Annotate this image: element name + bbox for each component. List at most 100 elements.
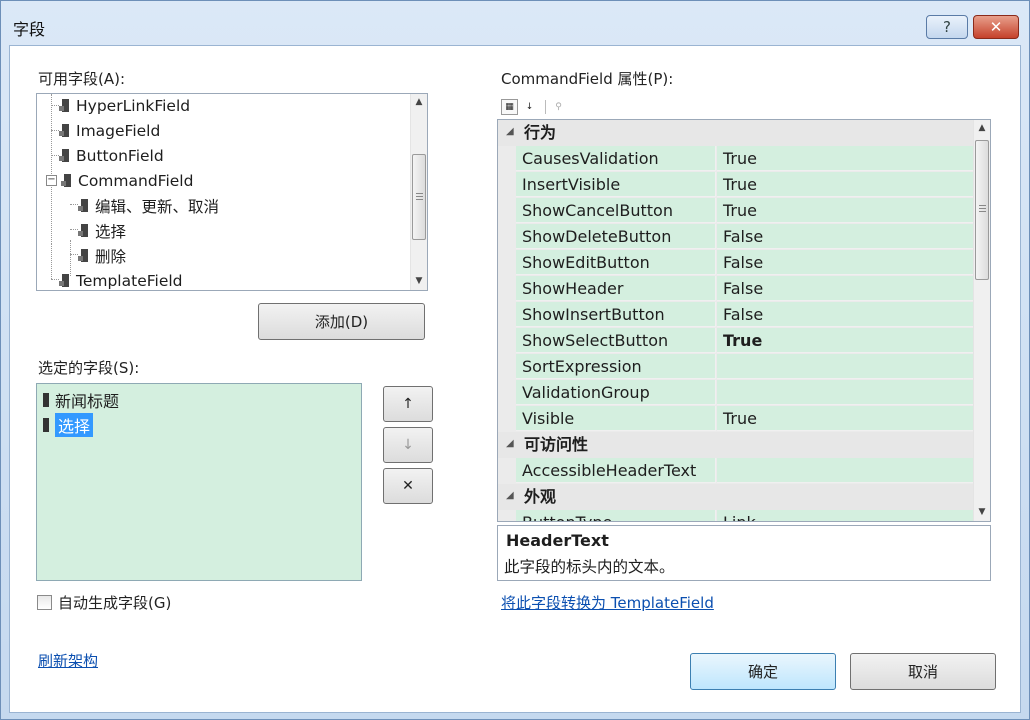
- property-row[interactable]: ShowHeader False: [498, 276, 974, 302]
- scroll-down-icon[interactable]: ▼: [411, 273, 427, 290]
- arrow-up-icon: ↑: [402, 396, 414, 412]
- tree-item-edit-update-cancel[interactable]: 编辑、更新、取消: [78, 194, 219, 218]
- tree-item-imagefield[interactable]: ImageField: [59, 119, 160, 143]
- list-item-selected[interactable]: 选择: [43, 413, 94, 437]
- close-button[interactable]: ✕: [973, 15, 1019, 39]
- list-item-label: 选择: [55, 413, 94, 437]
- auto-generate-checkbox[interactable]: [37, 595, 52, 610]
- property-row[interactable]: ValidationGroup: [498, 380, 974, 406]
- property-value[interactable]: True: [717, 406, 974, 431]
- tree-scrollbar[interactable]: ▲ ▼: [410, 94, 427, 290]
- property-row[interactable]: SortExpression: [498, 354, 974, 380]
- arrow-down-icon: ↓: [402, 437, 414, 453]
- property-value[interactable]: Link: [717, 510, 974, 521]
- tree-item-label: 选择: [95, 223, 127, 241]
- property-row[interactable]: ShowSelectButton True: [498, 328, 974, 354]
- window-title: 字段: [13, 20, 46, 39]
- title-bar: 字段 ? ✕: [1, 1, 1029, 45]
- tree-item-commandfield[interactable]: CommandField: [61, 169, 193, 193]
- property-row[interactable]: ShowDeleteButton False: [498, 224, 974, 250]
- field-icon: [59, 99, 70, 113]
- selected-fields-list[interactable]: 新闻标题 选择: [36, 383, 362, 581]
- auto-generate-label: 自动生成字段(G): [58, 594, 172, 612]
- help-button[interactable]: ?: [926, 15, 968, 39]
- property-description: HeaderText 此字段的标头内的文本。: [497, 525, 991, 581]
- tree-item-select[interactable]: 选择: [78, 219, 126, 243]
- tree-item-buttonfield[interactable]: ButtonField: [59, 144, 164, 168]
- property-row[interactable]: InsertVisible True: [498, 172, 974, 198]
- category-accessibility[interactable]: ◢ 可访问性: [498, 432, 974, 458]
- property-row[interactable]: CausesValidation True: [498, 146, 974, 172]
- selected-fields-label: 选定的字段(S):: [38, 359, 140, 377]
- tree-line: [51, 105, 59, 106]
- remove-field-button[interactable]: ✕: [383, 468, 433, 504]
- move-down-button[interactable]: ↓: [383, 427, 433, 463]
- property-value[interactable]: False: [717, 276, 974, 301]
- tree-item-label: ButtonField: [76, 147, 164, 165]
- scroll-thumb[interactable]: [975, 140, 989, 280]
- select-icon: [43, 418, 49, 432]
- scroll-up-icon[interactable]: ▲: [411, 94, 427, 111]
- ok-button[interactable]: 确定: [690, 653, 836, 690]
- property-value[interactable]: True: [717, 328, 974, 353]
- property-value[interactable]: [717, 354, 974, 379]
- sort-alpha-icon[interactable]: ↓: [521, 99, 538, 115]
- property-row[interactable]: ShowCancelButton True: [498, 198, 974, 224]
- property-name: ShowEditButton: [516, 250, 716, 275]
- property-value[interactable]: True: [717, 146, 974, 171]
- category-behavior[interactable]: ◢ 行为: [498, 120, 974, 146]
- move-up-button[interactable]: ↑: [383, 386, 433, 422]
- collapse-icon[interactable]: −: [46, 175, 57, 186]
- list-item[interactable]: 新闻标题: [43, 388, 119, 412]
- property-name: AccessibleHeaderText: [516, 458, 716, 483]
- property-name: SortExpression: [516, 354, 716, 379]
- property-value[interactable]: False: [717, 302, 974, 327]
- tree-item-hyperlinkfield[interactable]: HyperLinkField: [59, 94, 190, 118]
- tree-line: [51, 155, 59, 156]
- property-value[interactable]: [717, 458, 974, 483]
- property-row[interactable]: AccessibleHeaderText: [498, 458, 974, 484]
- property-value[interactable]: True: [717, 172, 974, 197]
- tree-line: [51, 279, 59, 280]
- collapse-category-icon[interactable]: ◢: [506, 490, 514, 501]
- cancel-button[interactable]: 取消: [850, 653, 996, 690]
- property-grid[interactable]: ◢ 行为 CausesValidation True InsertVisible T…: [497, 119, 991, 522]
- property-name: ButtonType: [516, 510, 716, 521]
- list-item-label: 新闻标题: [55, 392, 120, 411]
- properties-label: CommandField 属性(P):: [501, 70, 674, 88]
- tree-item-label: HyperLinkField: [76, 97, 191, 115]
- toolbar-separator: [545, 100, 546, 114]
- grid-scrollbar[interactable]: ▲ ▼: [973, 120, 990, 521]
- scroll-up-icon[interactable]: ▲: [974, 120, 990, 137]
- category-appearance[interactable]: ◢ 外观: [498, 484, 974, 510]
- property-row[interactable]: ShowInsertButton False: [498, 302, 974, 328]
- property-name: ShowInsertButton: [516, 302, 716, 327]
- convert-to-templatefield-link[interactable]: 将此字段转换为 TemplateField: [501, 592, 714, 613]
- refresh-schema-link[interactable]: 刷新架构: [38, 650, 98, 671]
- property-row[interactable]: Visible True: [498, 406, 974, 432]
- category-label: 可访问性: [524, 435, 589, 454]
- tree-line: [51, 244, 52, 279]
- property-value[interactable]: False: [717, 250, 974, 275]
- property-row[interactable]: ShowEditButton False: [498, 250, 974, 276]
- collapse-category-icon[interactable]: ◢: [506, 438, 514, 449]
- property-name: ShowCancelButton: [516, 198, 716, 223]
- property-pages-icon[interactable]: ⚲: [550, 99, 567, 115]
- tree-item-delete[interactable]: 删除: [78, 244, 126, 268]
- tree-item-templatefield[interactable]: TemplateField: [59, 269, 183, 290]
- description-title: HeaderText: [506, 531, 609, 550]
- scroll-down-icon[interactable]: ▼: [974, 504, 990, 521]
- property-value[interactable]: True: [717, 198, 974, 223]
- collapse-category-icon[interactable]: ◢: [506, 126, 514, 137]
- categorized-icon[interactable]: ▦: [501, 99, 518, 115]
- property-value[interactable]: False: [717, 224, 974, 249]
- scroll-thumb[interactable]: [412, 154, 426, 240]
- add-button[interactable]: 添加(D): [258, 303, 425, 340]
- category-label: 行为: [524, 123, 557, 142]
- property-value[interactable]: [717, 380, 974, 405]
- properties-toolbar: ▦ ↓ ⚲: [501, 98, 570, 116]
- tree-item-label: CommandField: [78, 172, 194, 190]
- button-field-icon: [59, 149, 70, 163]
- available-fields-tree[interactable]: HyperLinkField ImageField ButtonField − …: [36, 93, 428, 291]
- property-row[interactable]: ButtonTypeLink: [498, 510, 974, 521]
